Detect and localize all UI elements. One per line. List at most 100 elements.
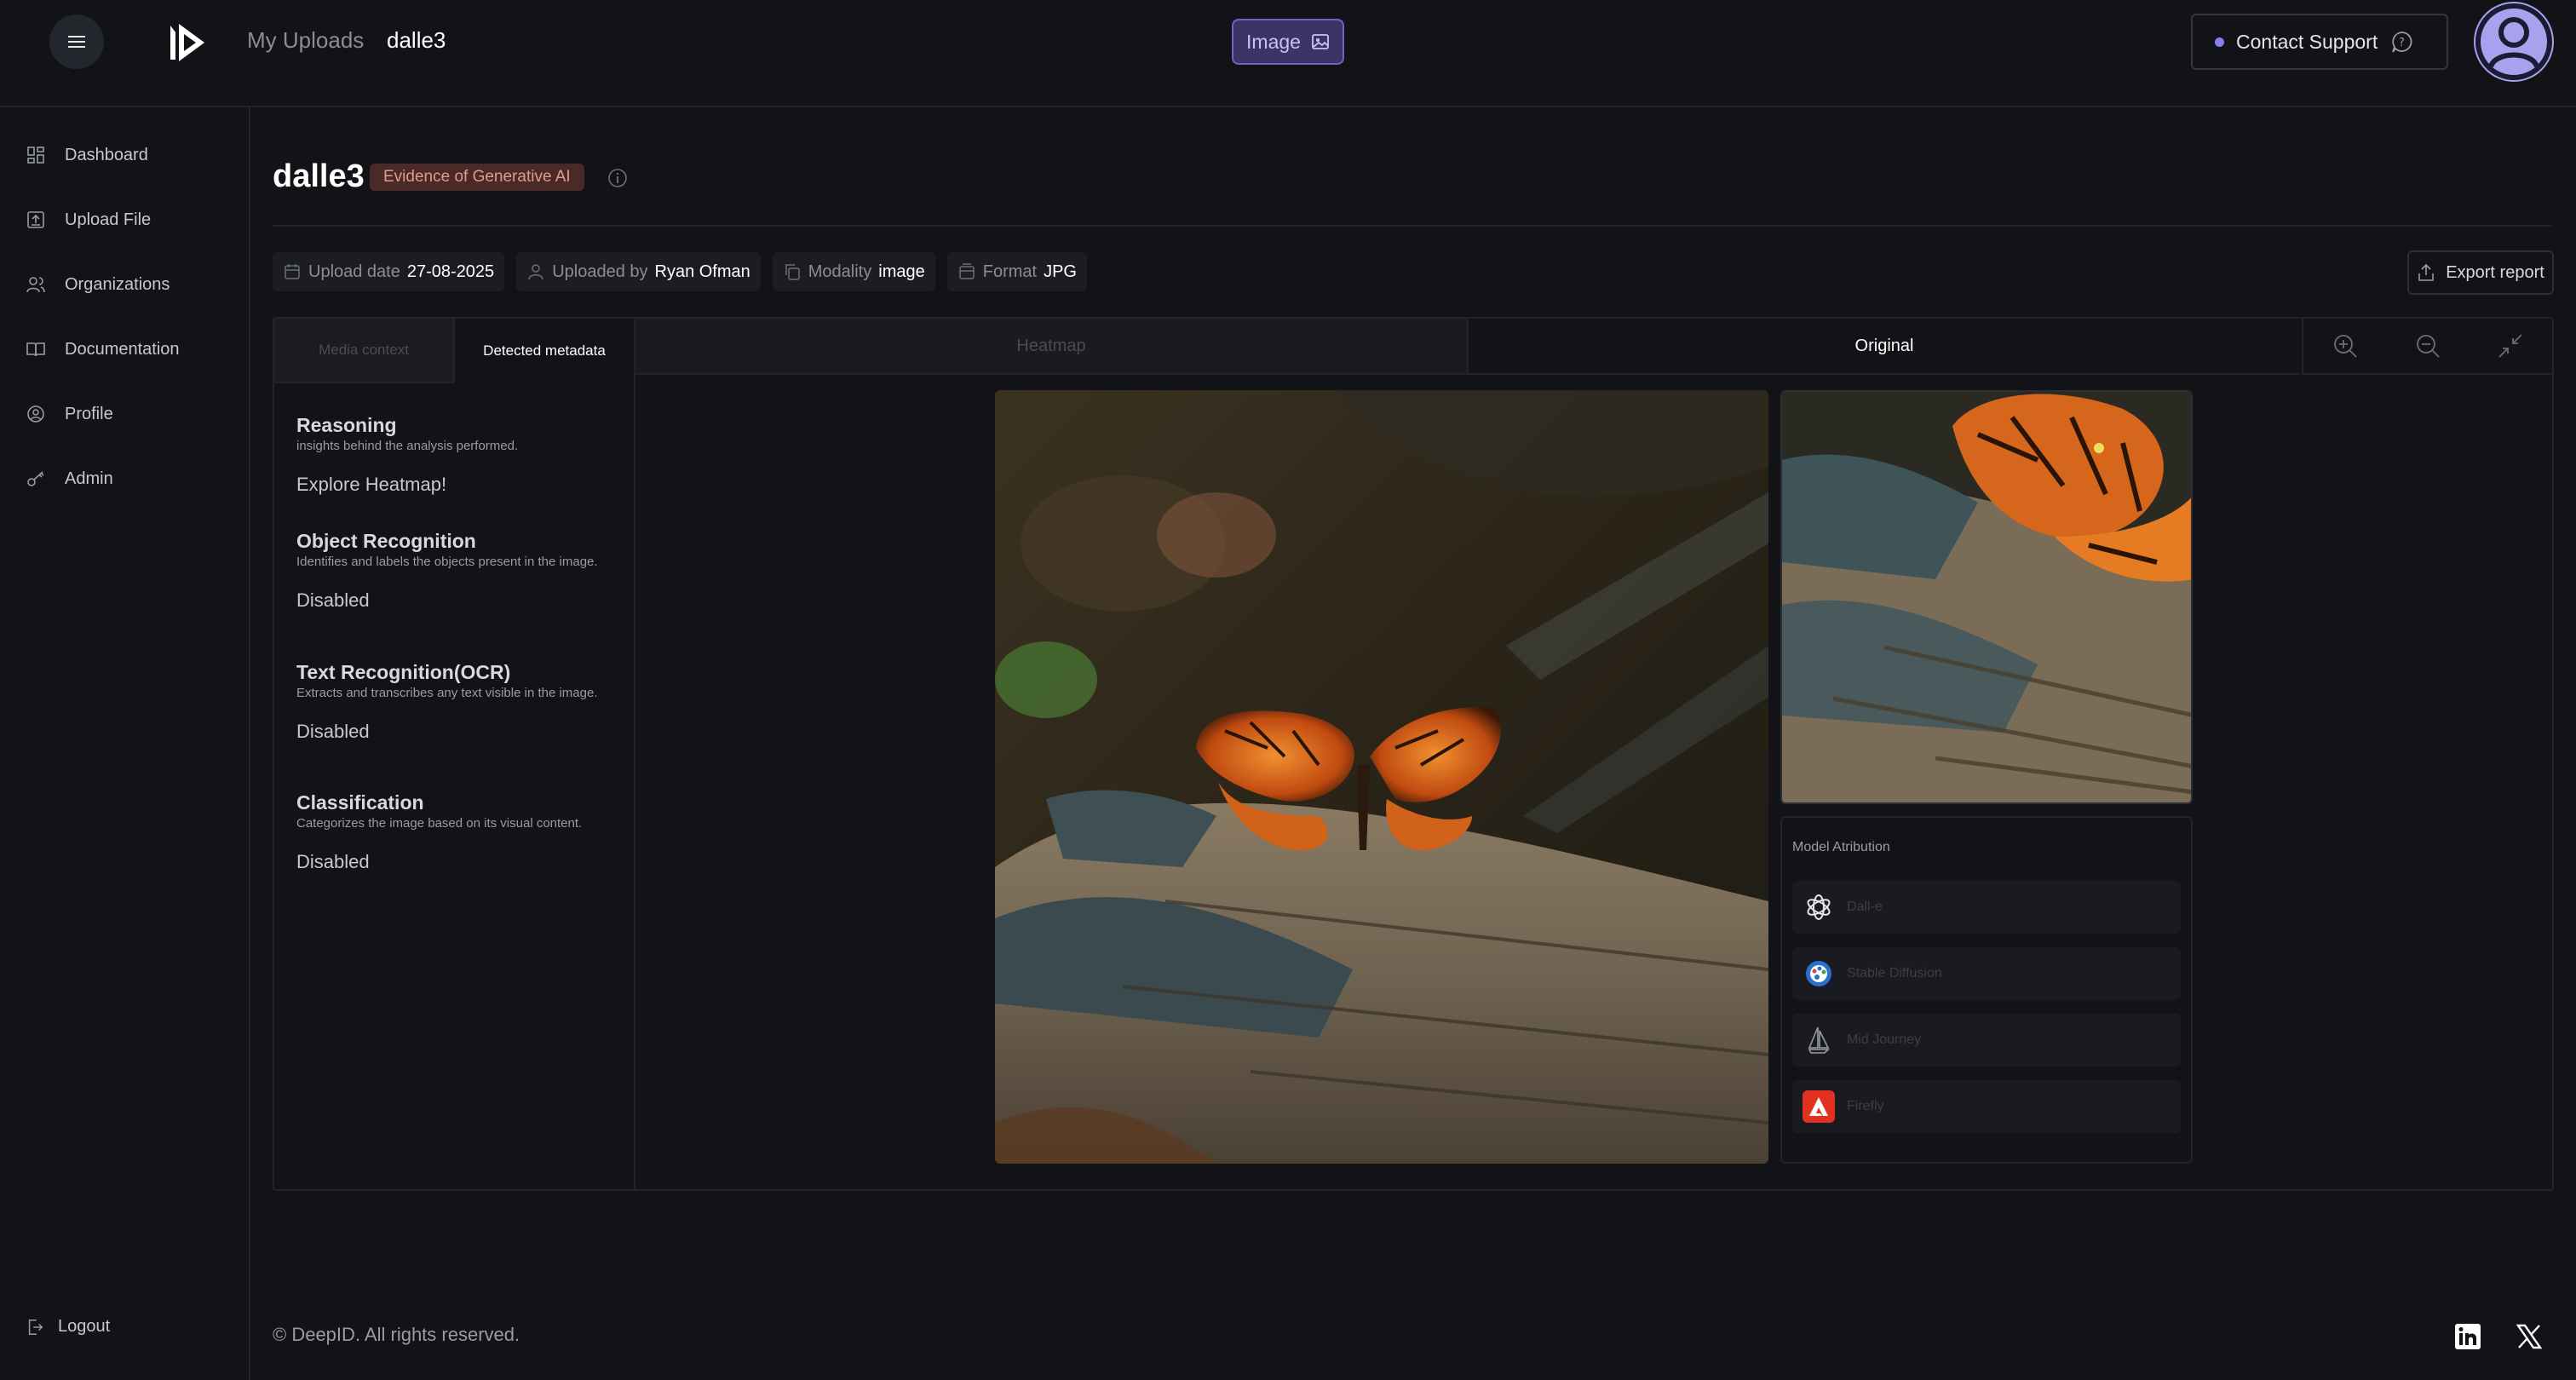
hamburger-menu-button[interactable] — [49, 14, 104, 69]
sidebar-item-documentation[interactable]: Documentation — [26, 332, 180, 366]
logout-icon — [28, 1319, 43, 1335]
copyright-text: © DeepID. All rights reserved. — [273, 1324, 520, 1345]
upload-date-chip: Upload date 27-08-2025 — [273, 252, 505, 291]
user-avatar[interactable] — [2474, 2, 2554, 82]
section-object-recognition: Object Recognition Identifies and labels… — [296, 530, 620, 612]
model-row-firefly: Firefly — [1792, 1080, 2181, 1133]
collapse-icon[interactable] — [2496, 331, 2525, 360]
tab-media-context[interactable]: Media context — [274, 319, 455, 383]
section-title: Object Recognition — [296, 530, 476, 552]
section-status: Disabled — [296, 721, 370, 742]
user-circle-icon — [27, 405, 44, 423]
image-icon — [1312, 34, 1329, 49]
metadata-row: Upload date 27-08-2025 Uploaded by Ryan … — [273, 252, 1087, 291]
logout-label: Logout — [58, 1317, 111, 1336]
meta-key: Upload date — [308, 262, 400, 281]
metadata-pane: Media context Detected metadata Reasonin… — [274, 319, 635, 1189]
meta-value: Ryan Ofman — [654, 262, 750, 281]
export-report-button[interactable]: Export report — [2407, 250, 2554, 295]
modality-chip: Modality image — [772, 252, 935, 291]
sidebar-item-label: Admin — [65, 469, 113, 488]
menu-icon — [68, 36, 85, 48]
explore-heatmap-link[interactable]: Explore Heatmap! — [296, 474, 620, 496]
model-name: Mid Journey — [1847, 1032, 1922, 1047]
section-reasoning: Reasoning insights behind the analysis p… — [296, 414, 620, 496]
section-description: Extracts and transcribes any text visibl… — [296, 686, 598, 700]
model-name: Stable Diffusion — [1847, 966, 1942, 980]
zoom-controls — [2302, 319, 2552, 375]
user-icon — [528, 264, 543, 280]
info-icon[interactable] — [607, 167, 629, 189]
meta-value: image — [878, 262, 925, 281]
sailboat-icon — [1803, 1024, 1835, 1056]
section-description: insights behind the analysis performed. — [296, 439, 519, 453]
section-classification: Classification Categorizes the image bas… — [296, 791, 620, 873]
status-dot — [2215, 37, 2224, 47]
original-image[interactable] — [995, 390, 1768, 1164]
page-title: dalle3 — [273, 158, 365, 194]
sidebar-item-label: Upload File — [65, 210, 152, 229]
model-row-midjourney: Mid Journey — [1792, 1014, 2181, 1067]
media-type-chip[interactable]: Image — [1232, 19, 1344, 65]
x-twitter-icon[interactable] — [2515, 1322, 2544, 1351]
sidebar-item-label: Organizations — [65, 274, 170, 294]
meta-key: Modality — [808, 262, 872, 281]
breadcrumb-my-uploads[interactable]: My Uploads — [247, 27, 364, 54]
contact-support-label: Contact Support — [2236, 30, 2378, 53]
upload-icon — [27, 211, 44, 228]
analysis-panel: Media context Detected metadata Reasonin… — [273, 317, 2554, 1191]
share-icon — [2418, 263, 2434, 281]
tab-original[interactable]: Original — [1469, 319, 2300, 375]
sidebar-item-upload-file[interactable]: Upload File — [26, 203, 151, 237]
openai-icon — [1803, 891, 1835, 923]
sidebar-item-admin[interactable]: Admin — [26, 462, 113, 496]
file-icon — [958, 263, 975, 279]
deepid-logo[interactable] — [167, 20, 208, 65]
sidebar: Dashboard Upload File Organizations Docu… — [0, 107, 250, 1380]
sidebar-item-organizations[interactable]: Organizations — [26, 267, 170, 302]
export-report-label: Export report — [2446, 262, 2544, 282]
title-divider — [273, 225, 2552, 227]
section-title: Classification — [296, 791, 424, 814]
linkedin-icon[interactable] — [2453, 1322, 2482, 1351]
section-title: Text Recognition(OCR) — [296, 661, 511, 683]
meta-value: 27-08-2025 — [406, 262, 495, 281]
zoom-out-icon[interactable] — [2413, 331, 2442, 360]
media-type-label: Image — [1246, 30, 1301, 53]
sidebar-item-dashboard[interactable]: Dashboard — [26, 138, 148, 172]
model-attribution-title: Model Atribution — [1792, 840, 1890, 854]
model-row-dalle: Dall-e — [1792, 881, 2181, 934]
section-ocr: Text Recognition(OCR) Extracts and trans… — [296, 661, 620, 743]
section-status: Disabled — [296, 851, 370, 872]
zoom-in-icon[interactable] — [2331, 331, 2360, 360]
zoomed-thumbnail[interactable] — [1780, 390, 2193, 804]
svg-text:?: ? — [2399, 37, 2405, 49]
breadcrumb-current: dalle3 — [387, 27, 446, 53]
users-icon — [26, 277, 45, 293]
model-name: Dall-e — [1847, 900, 1883, 914]
generative-ai-badge: Evidence of Generative AI — [370, 164, 584, 191]
section-status: Disabled — [296, 589, 370, 611]
meta-value: JPG — [1044, 262, 1077, 281]
butterfly-photo — [995, 390, 1768, 1164]
section-title: Reasoning — [296, 414, 397, 436]
tab-detected-metadata[interactable]: Detected metadata — [455, 319, 634, 383]
format-chip: Format JPG — [946, 252, 1087, 291]
model-attribution-card: Model Atribution Dall-e Stable Diffusion… — [1780, 816, 2193, 1164]
logout-button[interactable]: Logout — [26, 1317, 110, 1337]
contact-support-button[interactable]: Contact Support ? — [2191, 14, 2448, 70]
chat-bubble-icon: ? — [2392, 32, 2412, 53]
sidebar-item-label: Dashboard — [65, 145, 148, 164]
model-name: Firefly — [1847, 1099, 1884, 1113]
sidebar-item-profile[interactable]: Profile — [26, 397, 113, 431]
meta-key: Uploaded by — [552, 262, 648, 281]
adobe-icon — [1803, 1090, 1835, 1123]
copy-icon — [785, 264, 800, 280]
top-header: My Uploads dalle3 Image Contact Support … — [0, 0, 2576, 107]
meta-key: Format — [982, 262, 1038, 281]
butterfly-zoom-photo — [1782, 392, 2191, 802]
book-icon — [26, 342, 45, 357]
tab-heatmap[interactable]: Heatmap — [635, 319, 1469, 375]
uploaded-by-chip: Uploaded by Ryan Ofman — [516, 252, 761, 291]
section-description: Identifies and labels the objects presen… — [296, 555, 598, 569]
